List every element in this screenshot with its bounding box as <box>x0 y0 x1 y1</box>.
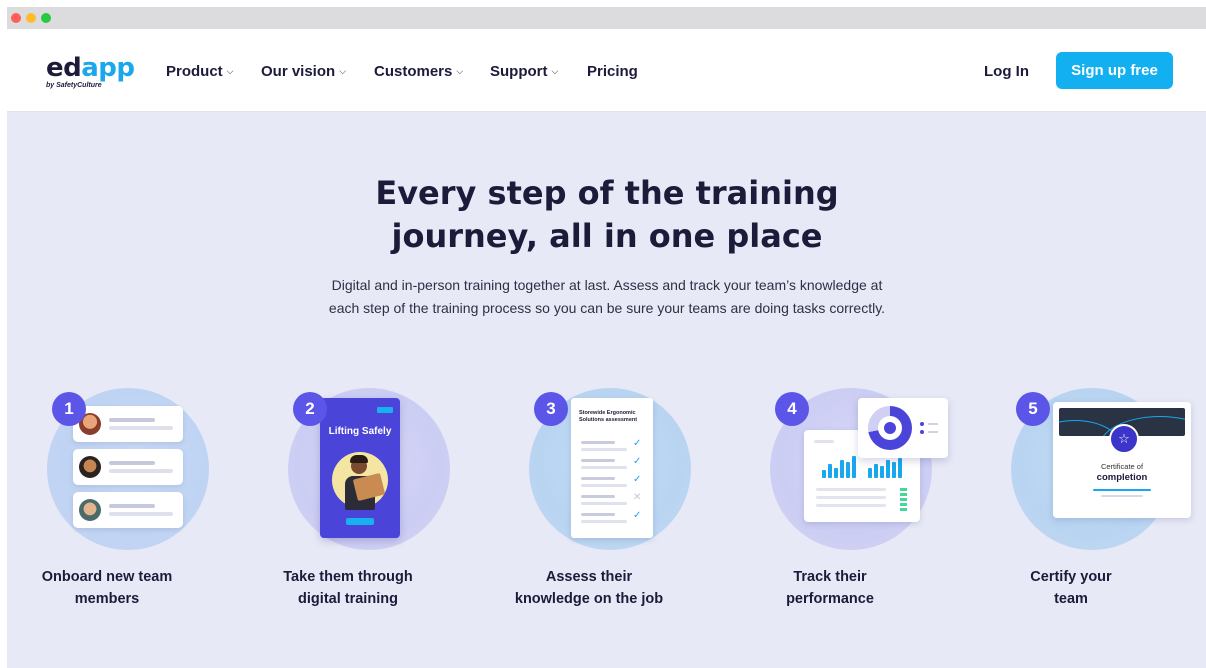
analytics-chart-icon <box>730 382 948 552</box>
chevron-down-icon: ⌵ <box>456 66 464 76</box>
check-icon: ✓ <box>633 456 642 467</box>
check-icon: ✓ <box>633 438 642 449</box>
step-caption: Certify your team <box>1030 569 1112 607</box>
mobile-lesson-icon: Lifting Safely <box>248 382 448 552</box>
avatar <box>79 456 101 478</box>
step-number-badge: 5 <box>1016 392 1050 426</box>
edapp-logo[interactable]: edapp by SafetyCulture <box>46 55 135 89</box>
cross-icon: ✕ <box>633 492 642 503</box>
onboarding-cards-icon <box>7 382 207 552</box>
donut-chart-icon <box>868 406 912 450</box>
logo-text-ed: ed <box>46 53 82 83</box>
lesson-title: Lifting Safely <box>328 426 392 437</box>
step-caption: Take them through digital training <box>283 569 413 607</box>
profile-card <box>73 492 183 528</box>
step-caption: Assess their knowledge on the job <box>514 569 664 607</box>
step-number-badge: 1 <box>52 392 86 426</box>
step-number-badge: 3 <box>534 392 568 426</box>
check-icon: ✓ <box>633 474 642 485</box>
login-link[interactable]: Log In <box>984 63 1029 80</box>
hero-section: Every step of the training journey, all … <box>7 112 1206 668</box>
chevron-down-icon: ⌵ <box>226 66 234 76</box>
certificate-label: Certificate of <box>1100 462 1144 471</box>
step-digital-training: 2 Lifting Safely Take them through digit… <box>248 382 450 622</box>
avatar <box>79 499 101 521</box>
step-onboard: 1 Onboard new team members <box>7 382 209 622</box>
profile-card <box>73 449 183 485</box>
certificate-icon: ☆ Certificate of completion <box>971 382 1191 552</box>
star-medal-icon: ☆ <box>1109 424 1139 454</box>
maximize-window-button[interactable] <box>41 13 51 23</box>
browser-window: edapp by SafetyCulture Product ⌵ Our visi… <box>7 7 1206 668</box>
step-number-badge: 2 <box>293 392 327 426</box>
assessment-document: Storewide Ergonomic Solutions assessment… <box>571 398 653 538</box>
signup-button[interactable]: Sign up free <box>1056 52 1173 89</box>
nav-support[interactable]: Support ⌵ <box>490 63 558 80</box>
minimize-window-button[interactable] <box>26 13 36 23</box>
step-caption: Onboard new team members <box>41 569 173 607</box>
step-number-badge: 4 <box>775 392 809 426</box>
assessment-title: Storewide Ergonomic Solutions assessment <box>579 410 638 423</box>
step-track: 4 Track their performance <box>730 382 948 622</box>
window-titlebar <box>7 7 1206 29</box>
hero-headline: Every step of the training journey, all … <box>375 174 839 255</box>
check-icon: ✓ <box>633 510 642 521</box>
step-caption: Track their performance <box>786 569 874 607</box>
profile-card <box>73 406 183 442</box>
logo-text-app: app <box>81 53 135 83</box>
nav-pricing[interactable]: Pricing <box>587 63 638 80</box>
step-certify: 5 ☆ Certificate of completion Certify yo… <box>971 382 1191 622</box>
top-navigation: edapp by SafetyCulture Product ⌵ Our visi… <box>7 29 1206 112</box>
hero-description: Digital and in-person training together … <box>328 277 886 316</box>
step-assess: 3 Storewide Ergonomic Solutions assessme… <box>489 382 691 622</box>
phone-lesson-screen: Lifting Safely <box>320 398 400 538</box>
certificate-heading: completion <box>1096 472 1148 483</box>
donut-chart-card <box>858 398 948 458</box>
close-window-button[interactable] <box>11 13 21 23</box>
nav-customers[interactable]: Customers ⌵ <box>374 63 463 80</box>
checklist-icon: Storewide Ergonomic Solutions assessment… <box>489 382 689 552</box>
certificate-card: ☆ Certificate of completion <box>1053 402 1191 518</box>
nav-our-vision[interactable]: Our vision ⌵ <box>261 63 346 80</box>
nav-product[interactable]: Product ⌵ <box>166 63 234 80</box>
chevron-down-icon: ⌵ <box>339 66 347 76</box>
logo-tagline: by SafetyCulture <box>46 82 102 89</box>
chevron-down-icon: ⌵ <box>551 66 559 76</box>
